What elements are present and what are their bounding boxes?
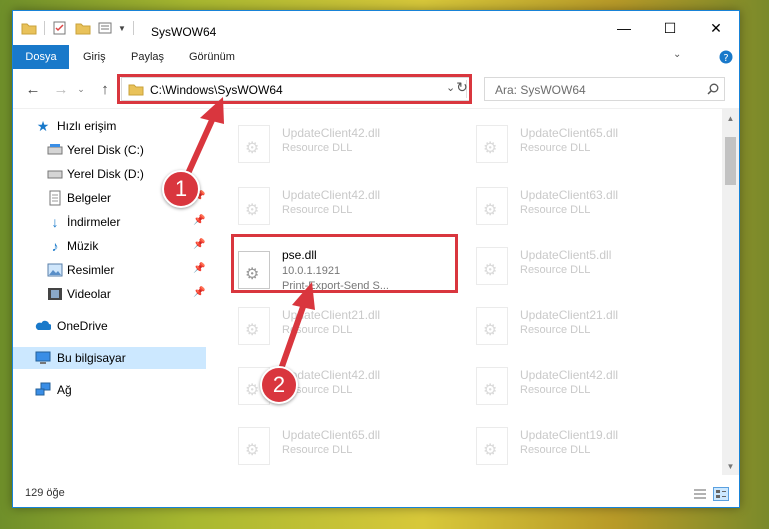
step-1-badge: 1 <box>162 170 200 208</box>
annotation-arrows <box>183 97 315 375</box>
arrow-2 <box>277 282 315 375</box>
arrow-1 <box>183 97 224 181</box>
step-2-badge: 2 <box>260 366 298 404</box>
